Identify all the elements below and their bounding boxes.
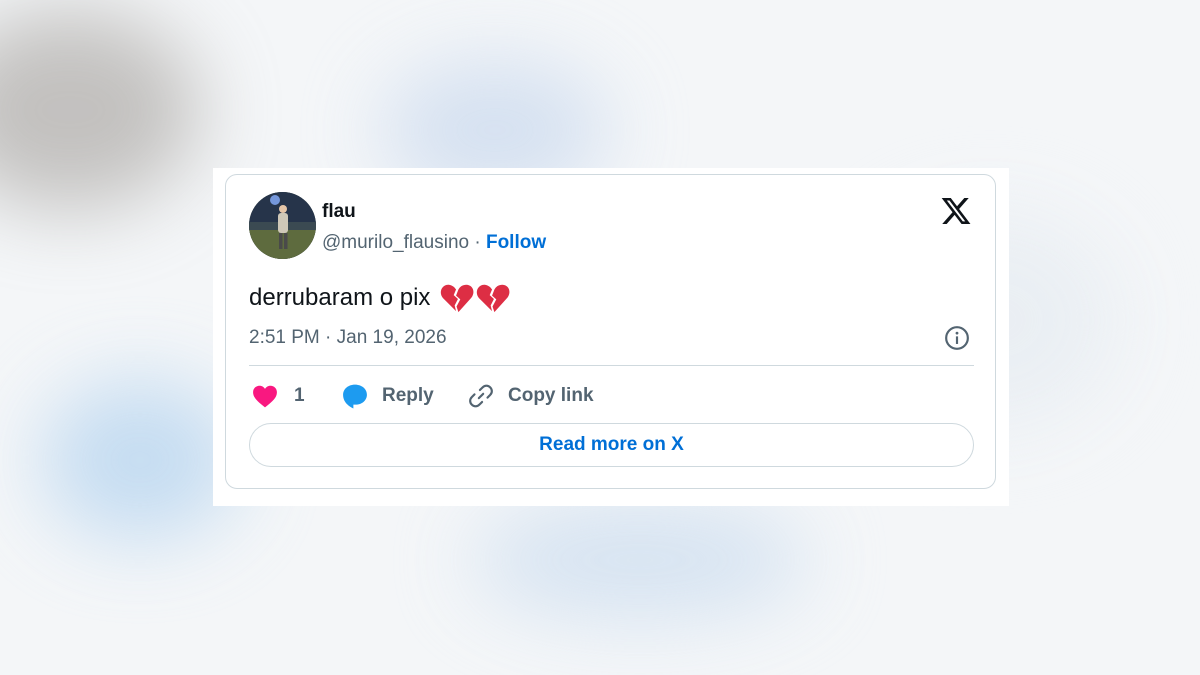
x-logo-icon[interactable] <box>939 195 973 227</box>
copy-link-label: Copy link <box>508 385 594 406</box>
reply-label: Reply <box>382 385 434 406</box>
broken-heart-emoji <box>477 284 510 313</box>
background-blur-shape <box>470 500 810 620</box>
display-name[interactable]: flau <box>322 201 356 223</box>
link-icon <box>469 384 493 408</box>
broken-heart-emoji <box>441 284 474 313</box>
avatar[interactable] <box>249 192 316 259</box>
speech-bubble-icon <box>343 384 367 409</box>
like-button[interactable]: 1 <box>252 381 305 411</box>
read-more-button[interactable]: Read more on X <box>249 423 974 467</box>
read-more-label: Read more on X <box>539 434 684 455</box>
follow-link[interactable]: Follow <box>486 232 546 253</box>
tweet-timestamp[interactable]: 2:51 PM · Jan 19, 2026 <box>249 327 447 349</box>
info-icon[interactable] <box>944 325 970 351</box>
divider <box>249 365 974 366</box>
reply-button[interactable]: Reply <box>342 381 434 411</box>
tweet-embed-frame: flau @murilo_flausino · Follow derrubara… <box>213 168 1009 506</box>
copy-link-button[interactable]: Copy link <box>468 381 594 411</box>
background-blur-shape <box>0 10 200 210</box>
background-blur-shape <box>40 380 240 540</box>
tweet-text: derrubaram o pix <box>249 282 510 314</box>
tweet-text-content: derrubaram o pix <box>249 284 431 311</box>
user-handle[interactable]: @murilo_flausino <box>322 232 469 253</box>
separator-dot: · <box>474 232 481 253</box>
heart-icon <box>253 385 277 408</box>
tweet-card: flau @murilo_flausino · Follow derrubara… <box>225 174 996 489</box>
like-count: 1 <box>294 385 305 406</box>
handle-line: @murilo_flausino · Follow <box>322 232 546 254</box>
